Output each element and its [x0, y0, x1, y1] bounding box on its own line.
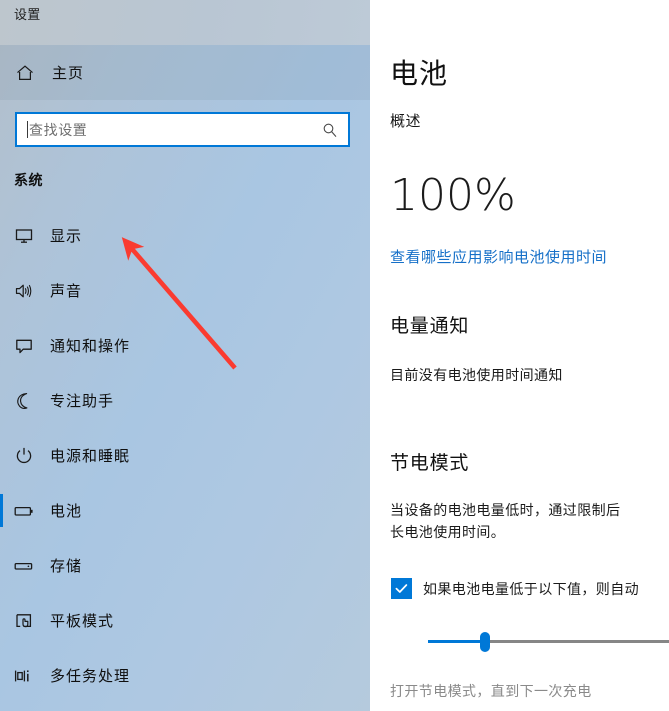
battery-saver-threshold-slider[interactable] [428, 630, 669, 654]
home-icon [14, 62, 36, 84]
page-title: 电池 [390, 57, 449, 90]
window-title: 设置 [14, 8, 41, 23]
auto-battery-saver-label: 如果电池电量低于以下值，则自动 [423, 581, 639, 598]
multitask-icon [12, 666, 36, 686]
notifications-heading: 电量通知 [390, 315, 470, 337]
battery-saver-heading: 节电模式 [390, 452, 470, 474]
sidebar-item-label: 通知和操作 [50, 337, 131, 355]
sidebar-item-label: 多任务处理 [50, 667, 131, 685]
sidebar-item-sound[interactable]: 声音 [0, 263, 370, 318]
tablet-icon [12, 611, 36, 631]
notifications-body: 目前没有电池使用时间通知 [390, 368, 563, 384]
sidebar-section-header: 系统 [14, 173, 43, 189]
text-caret [27, 121, 28, 138]
settings-sidebar: 设置 主页 查找设置 系统 显示 声音 通知和操作 专注助手 电源和睡眠 电池 … [0, 0, 370, 711]
sidebar-item-tablet-mode[interactable]: 平板模式 [0, 593, 370, 648]
sidebar-item-multitasking[interactable]: 多任务处理 [0, 648, 370, 703]
storage-icon [12, 556, 36, 576]
settings-window: 设置 主页 查找设置 系统 显示 声音 通知和操作 专注助手 电源和睡眠 电池 … [0, 0, 669, 711]
sidebar-item-label: 电源和睡眠 [50, 447, 131, 465]
battery-saver-body: 当设备的电池电量低时，通过限制后 长电池使用时间。 [390, 500, 669, 544]
sidebar-item-label: 平板模式 [50, 612, 115, 630]
sidebar-item-label: 电池 [50, 502, 83, 520]
sidebar-item-label: 专注助手 [50, 392, 115, 410]
battery-percentage: 100% [390, 170, 516, 221]
battery-saver-hint: 打开节电模式，直到下一次充电 [390, 684, 592, 700]
sidebar-item-display[interactable]: 显示 [0, 208, 370, 263]
moon-icon [12, 391, 36, 411]
notification-icon [12, 336, 36, 356]
battery-usage-link[interactable]: 查看哪些应用影响电池使用时间 [390, 246, 607, 267]
selection-indicator [0, 494, 3, 527]
window-titlebar: 设置 [0, 0, 370, 45]
power-icon [12, 446, 36, 466]
sidebar-item-battery[interactable]: 电池 [0, 483, 370, 538]
sidebar-item-notifications[interactable]: 通知和操作 [0, 318, 370, 373]
sidebar-item-home[interactable]: 主页 [0, 45, 370, 100]
sidebar-home-label: 主页 [52, 64, 85, 82]
speaker-icon [12, 281, 36, 301]
sidebar-item-label: 显示 [50, 227, 83, 245]
sidebar-item-power-sleep[interactable]: 电源和睡眠 [0, 428, 370, 483]
settings-content-pane: 电池 概述 100% 查看哪些应用影响电池使用时间 电量通知 目前没有电池使用时… [370, 0, 669, 711]
sidebar-item-storage[interactable]: 存储 [0, 538, 370, 593]
battery-icon [12, 501, 36, 521]
monitor-icon [12, 226, 36, 246]
sidebar-item-focus-assist[interactable]: 专注助手 [0, 373, 370, 428]
overview-label: 概述 [390, 112, 422, 130]
battery-saver-body-line2: 长电池使用时间。 [390, 525, 506, 541]
slider-fill [428, 640, 486, 643]
sidebar-nav-list: 显示 声音 通知和操作 专注助手 电源和睡眠 电池 存储 平板模式 多任务处理 [0, 208, 370, 703]
sidebar-item-label: 存储 [50, 557, 83, 575]
search-placeholder: 查找设置 [29, 122, 88, 139]
auto-battery-saver-checkbox[interactable] [391, 578, 412, 599]
sidebar-item-label: 声音 [50, 282, 83, 300]
search-icon[interactable] [322, 122, 338, 138]
battery-saver-body-line1: 当设备的电池电量低时，通过限制后 [390, 503, 621, 519]
auto-battery-saver-checkbox-row[interactable]: 如果电池电量低于以下值，则自动 [391, 578, 639, 599]
slider-thumb[interactable] [480, 632, 491, 652]
search-input[interactable]: 查找设置 [15, 112, 350, 147]
